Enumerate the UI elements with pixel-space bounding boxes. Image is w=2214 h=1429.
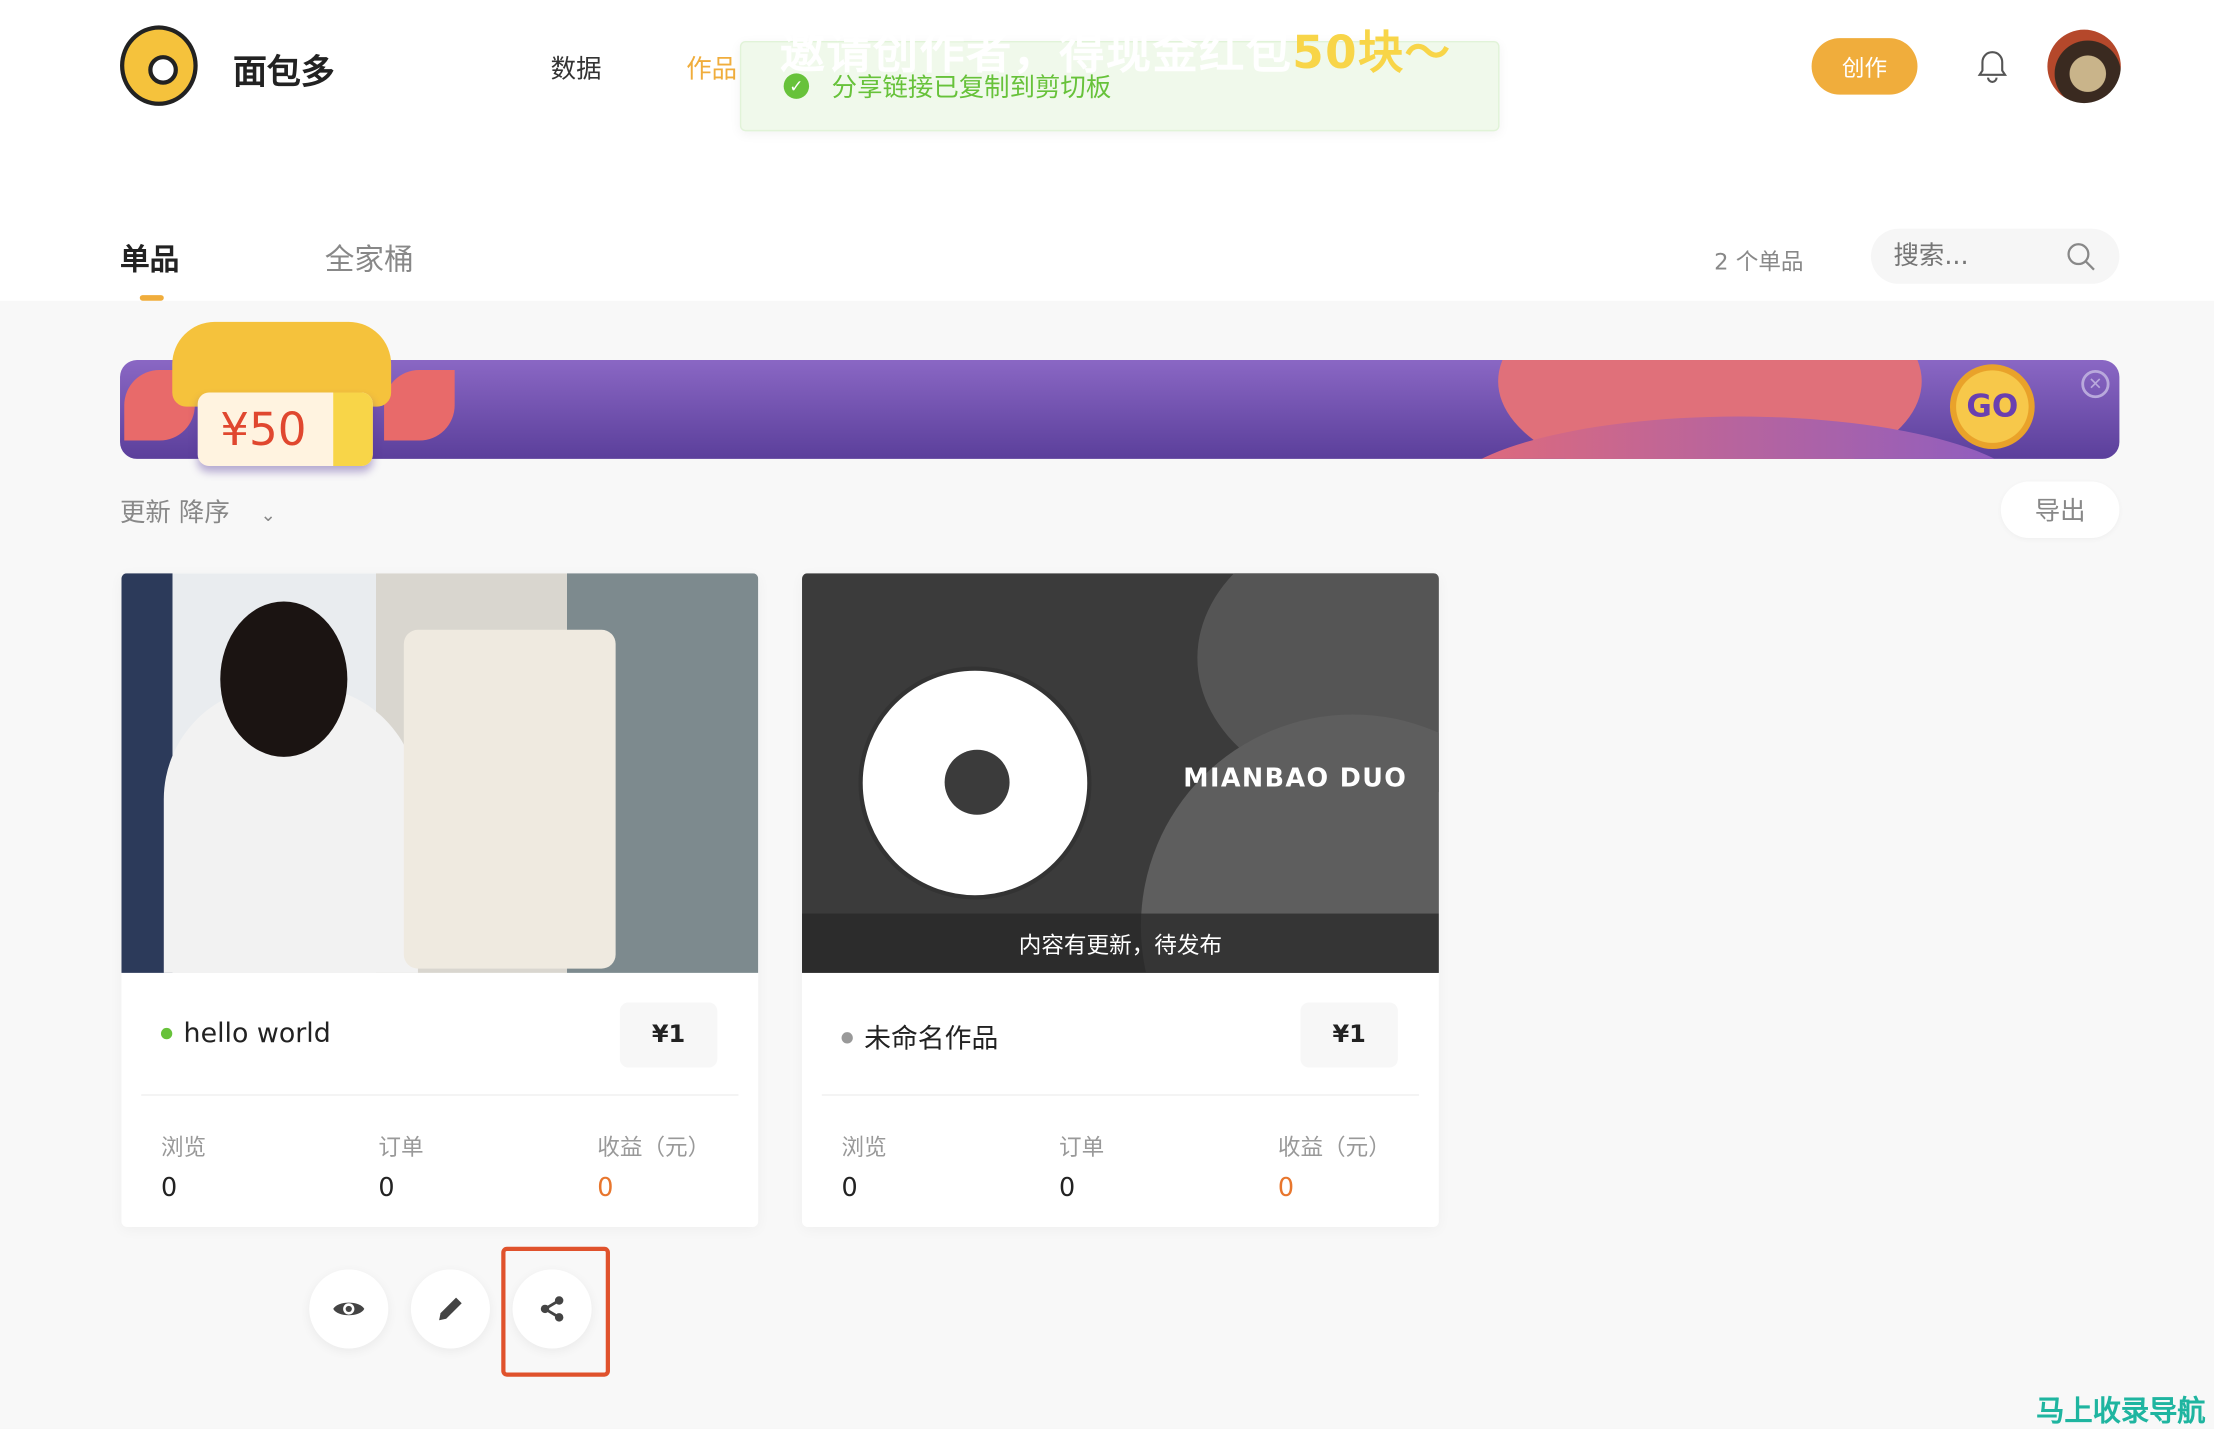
- title-text: 未命名作品: [864, 1023, 999, 1055]
- status-dot: [841, 1031, 853, 1043]
- banner-main-text: 邀请创作者，得现金红包: [779, 25, 1293, 80]
- preview-button[interactable]: [309, 1269, 389, 1349]
- stat-earnings: 收益（元） 0: [1278, 1128, 1391, 1203]
- go-button[interactable]: GO: [1949, 364, 2035, 450]
- chevron-down-icon: ⌄: [260, 505, 276, 527]
- search-input[interactable]: [1893, 241, 2049, 272]
- tab-bundle[interactable]: 全家桶: [325, 237, 414, 279]
- sort-label: 更新 降序: [120, 498, 230, 529]
- edit-button[interactable]: [410, 1269, 490, 1349]
- stat-label: 订单: [1059, 1133, 1105, 1161]
- stat-views: 浏览 0: [842, 1128, 887, 1203]
- pending-overlay: 内容有更新，待发布: [802, 913, 1439, 973]
- title-text: hello world: [183, 1018, 331, 1050]
- export-button[interactable]: 导出: [2000, 481, 2120, 538]
- price-badge: ¥1: [619, 1002, 718, 1068]
- stat-earnings: 收益（元） 0: [597, 1128, 710, 1203]
- create-button[interactable]: 创作: [1811, 38, 1918, 95]
- price-badge: ¥1: [1300, 1002, 1398, 1068]
- search-box[interactable]: [1870, 228, 2120, 284]
- item-count: 2 个单品: [1714, 248, 1804, 276]
- pencil-icon: [439, 1297, 462, 1321]
- avatar[interactable]: [2047, 29, 2121, 104]
- logo[interactable]: [120, 25, 198, 106]
- coupon-badge: ¥50: [197, 392, 373, 466]
- stat-value: 0: [378, 1173, 395, 1204]
- tab-single[interactable]: 单品: [120, 237, 179, 279]
- stat-value: 0: [597, 1173, 614, 1204]
- banner-text: 邀请创作者，得现金红包 50块～: [664, 0, 1568, 99]
- divider: [141, 1094, 739, 1096]
- eye-icon: [333, 1302, 365, 1316]
- highlight-box: [501, 1246, 610, 1377]
- stat-value: 0: [841, 1173, 858, 1204]
- nav-data[interactable]: 数据: [551, 49, 602, 86]
- card-title: hello world: [160, 1018, 331, 1050]
- product-card[interactable]: MIANBAO DUO 内容有更新，待发布 未命名作品 ¥1 浏览 0 订单 0 收…: [802, 573, 1439, 1228]
- decoration: [384, 369, 455, 441]
- banner-highlight: 50块～: [1292, 25, 1452, 80]
- status-dot: [160, 1027, 173, 1040]
- brand-name: 面包多: [232, 52, 335, 92]
- watermark: 马上收录导航: [2036, 1393, 2206, 1428]
- stat-label: 订单: [378, 1133, 424, 1161]
- close-icon[interactable]: ✕: [2081, 369, 2110, 399]
- stat-label: 浏览: [160, 1133, 207, 1161]
- sort-dropdown[interactable]: 更新 降序 ⌄: [120, 493, 276, 530]
- stat-label: 收益（元）: [1277, 1133, 1391, 1161]
- card-title: 未命名作品: [841, 1018, 999, 1056]
- donut-logo: [858, 666, 1092, 900]
- active-tab-indicator: [139, 295, 164, 301]
- divider: [821, 1094, 1420, 1096]
- search-icon[interactable]: [2066, 241, 2097, 272]
- stat-value: 0: [1277, 1173, 1295, 1204]
- stat-orders: 订单 0: [378, 1128, 423, 1203]
- stat-label: 浏览: [841, 1133, 887, 1161]
- stat-views: 浏览 0: [161, 1128, 206, 1203]
- stat-orders: 订单 0: [1059, 1128, 1104, 1203]
- stat-label: 收益（元）: [597, 1133, 711, 1161]
- product-card[interactable]: hello world ¥1 浏览 0 订单 0 收益（元） 0: [121, 573, 759, 1228]
- cover-text: MIANBAO DUO: [1183, 763, 1408, 794]
- stat-value: 0: [1059, 1173, 1076, 1204]
- cover-image[interactable]: [121, 573, 759, 973]
- cover-image[interactable]: MIANBAO DUO 内容有更新，待发布: [802, 573, 1439, 973]
- stat-value: 0: [160, 1173, 178, 1204]
- bell-icon[interactable]: [1975, 48, 2009, 85]
